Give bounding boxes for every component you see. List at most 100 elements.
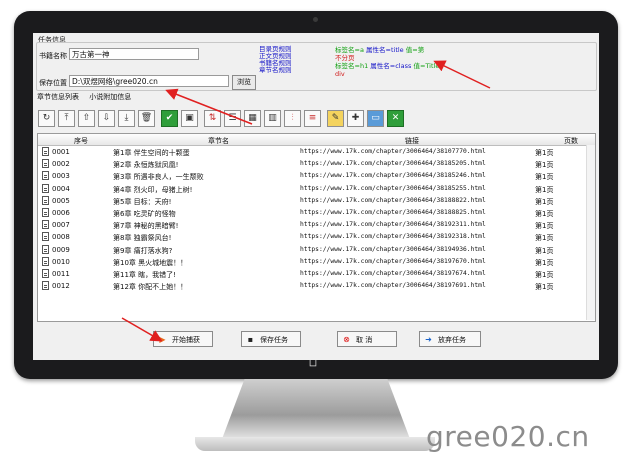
- cell-id: 0002: [52, 160, 70, 169]
- rule-value: 值=Title: [413, 62, 440, 70]
- move-down-icon[interactable]: ⇩: [98, 110, 115, 127]
- table-row[interactable]: 0005 第5章 目标：天府! https://www.17k.com/chapte…: [38, 195, 595, 207]
- cancel-icon: ⊗: [343, 335, 350, 344]
- document-icon: [42, 183, 49, 193]
- save-task-label: 保存任务: [260, 336, 288, 344]
- watermark: gree020.cn: [426, 420, 590, 453]
- abandon-task-button[interactable]: ➜ 放弃任务: [419, 331, 481, 347]
- document-icon: [42, 171, 49, 181]
- cell-pages: 第1页: [535, 197, 554, 206]
- cell-pages: 第1页: [535, 234, 554, 243]
- cell-pages: 第1页: [535, 173, 554, 182]
- cell-title: 第4章 烈火印，母猪上树!: [113, 185, 193, 194]
- cell-url: https://www.17k.com/chapter/3006464/3810…: [300, 148, 486, 155]
- table-row[interactable]: 0006 第6章 吃灵矿的怪物 https://www.17k.com/chapte…: [38, 207, 595, 219]
- move-up-icon[interactable]: ⇧: [78, 110, 95, 127]
- radio-chapter-rule[interactable]: 章节名规则: [259, 66, 292, 75]
- table-row[interactable]: 0011 第11章 瞎，我错了! https://www.17k.com/chapt…: [38, 268, 595, 280]
- table-row[interactable]: 0010 第10章 黑火城地震！！ https://www.17k.com/chap…: [38, 256, 595, 268]
- monitor-base: [195, 437, 435, 451]
- table-row[interactable]: 0002 第2章 永恒炼狱凤凰! https://www.17k.com/chapt…: [38, 158, 595, 170]
- tab-bar: 章节信息列表 小说附加信息: [37, 92, 139, 102]
- cancel-button[interactable]: ⊗ 取 消: [337, 331, 397, 347]
- rule-line-2: 不分页: [335, 54, 355, 62]
- document-icon: [42, 269, 49, 278]
- document-icon: [42, 159, 49, 169]
- cell-url: https://www.17k.com/chapter/3006464/3818…: [300, 172, 486, 180]
- split-icon[interactable]: ⫶: [284, 110, 301, 127]
- cell-pages: 第1页: [535, 271, 554, 279]
- cell-title: 第7章 神秘的黑暗臂!: [113, 222, 179, 231]
- save-icon: ▪: [247, 335, 254, 344]
- cell-url: https://www.17k.com/chapter/3006464/3819…: [300, 221, 486, 229]
- cell-url: https://www.17k.com/chapter/3006464/3818…: [300, 196, 486, 204]
- save-location-label: 保存位置: [39, 79, 67, 87]
- image-icon[interactable]: ▣: [181, 110, 198, 127]
- col-url[interactable]: 链接: [405, 136, 419, 146]
- edit-icon[interactable]: ✎: [327, 110, 344, 127]
- close-icon[interactable]: ✕: [387, 110, 404, 127]
- table-row[interactable]: 0004 第4章 烈火印，母猪上树! https://www.17k.com/cha…: [38, 183, 595, 195]
- move-bottom-icon[interactable]: ⤓: [118, 110, 135, 127]
- cell-id: 0007: [52, 221, 70, 230]
- refresh-icon[interactable]: ↻: [38, 110, 55, 127]
- save-task-button[interactable]: ▪ 保存任务: [241, 331, 301, 347]
- document-icon: [42, 220, 49, 230]
- rule-attr: 属性名=title: [366, 46, 404, 54]
- rule-line-1: 标签名=a 属性名=title 值=第: [335, 46, 424, 54]
- notes-icon[interactable]: ✚: [347, 110, 364, 127]
- grid-icon[interactable]: ▦: [244, 110, 261, 127]
- cell-url: https://www.17k.com/chapter/3006464/3819…: [300, 233, 486, 241]
- cell-pages: 第1页: [535, 258, 554, 267]
- start-capture-button[interactable]: ▶ 开始捕获: [153, 331, 213, 347]
- sort-icon[interactable]: ⇅: [204, 110, 221, 127]
- tab-chapter-list[interactable]: 章节信息列表: [37, 93, 79, 101]
- document-icon: [42, 281, 49, 291]
- cell-id: 0008: [52, 233, 70, 242]
- cell-title: 第5章 目标：天府!: [113, 197, 172, 206]
- table-header: 序号 章节名 链接 页数: [38, 134, 595, 146]
- table-row[interactable]: 0008 第8章 独霸祭风台! https://www.17k.com/chapte…: [38, 231, 595, 243]
- cell-id: 0009: [52, 245, 70, 254]
- cell-pages: 第1页: [535, 283, 554, 292]
- rule-line-3: 标签名=h1 属性名=class 值=Title: [335, 62, 439, 70]
- move-top-icon[interactable]: ⤒: [58, 110, 75, 127]
- cell-url: https://www.17k.com/chapter/3006464/3818…: [300, 160, 486, 168]
- abandon-task-label: 放弃任务: [438, 336, 466, 344]
- list-icon[interactable]: ☰: [224, 110, 241, 127]
- document-icon: [42, 208, 49, 217]
- cell-title: 第6章 吃灵矿的怪物: [113, 210, 176, 218]
- browse-button[interactable]: 浏览: [232, 75, 256, 90]
- table-row[interactable]: 0003 第3章 所遇非良人，一生颓败 https://www.17k.com/ch…: [38, 170, 595, 182]
- cell-id: 0003: [52, 172, 70, 181]
- tab-novel-extra[interactable]: 小说附加信息: [89, 93, 131, 101]
- cell-title: 第10章 黑火城地震！！: [113, 258, 188, 267]
- table-row[interactable]: 0009 第9章 痛打落水狗? https://www.17k.com/chapte…: [38, 244, 595, 256]
- col-id[interactable]: 序号: [74, 136, 88, 146]
- document-icon: [42, 195, 49, 205]
- window-icon[interactable]: ▭: [367, 110, 384, 127]
- document-icon: [42, 244, 49, 254]
- document-icon: [42, 256, 49, 266]
- save-location-input[interactable]: D:\双煜网络\gree020.cn: [69, 75, 229, 87]
- book-name-input[interactable]: 万古第一神: [69, 48, 199, 60]
- check-icon[interactable]: ✔: [161, 110, 178, 127]
- cancel-label: 取 消: [356, 336, 373, 344]
- document-icon: [42, 232, 49, 242]
- col-title[interactable]: 章节名: [208, 136, 229, 146]
- cell-url: https://www.17k.com/chapter/3006464/3819…: [300, 282, 486, 290]
- play-icon: ▶: [159, 335, 166, 344]
- table-row[interactable]: 0001 第1章 伴生空间的十颗蛋 https://www.17k.com/chap…: [38, 146, 595, 158]
- camera-dot: [313, 17, 318, 22]
- cell-title: 第8章 独霸祭风台!: [113, 234, 172, 243]
- task-info-group: 书籍名称 万古第一神 保存位置 D:\双煜网络\gree020.cn 浏览 目录…: [36, 42, 597, 91]
- col-pages[interactable]: 页数: [564, 136, 578, 146]
- vertical-scrollbar[interactable]: [586, 145, 595, 320]
- table-row[interactable]: 0007 第7章 神秘的黑暗臂! https://www.17k.com/chapt…: [38, 219, 595, 231]
- rule-tag: 标签名=h1: [335, 62, 369, 70]
- columns-icon[interactable]: ▥: [264, 110, 281, 127]
- table-row[interactable]: 0012 第12章 你配不上她！！ https://www.17k.com/chap…: [38, 280, 595, 292]
- trash-icon[interactable]: 🗑: [138, 110, 155, 127]
- chapter-table: 序号 章节名 链接 页数 0001 第1章 伴生空间的十颗蛋 https://www…: [37, 133, 596, 322]
- merge-icon[interactable]: ≡: [304, 110, 321, 127]
